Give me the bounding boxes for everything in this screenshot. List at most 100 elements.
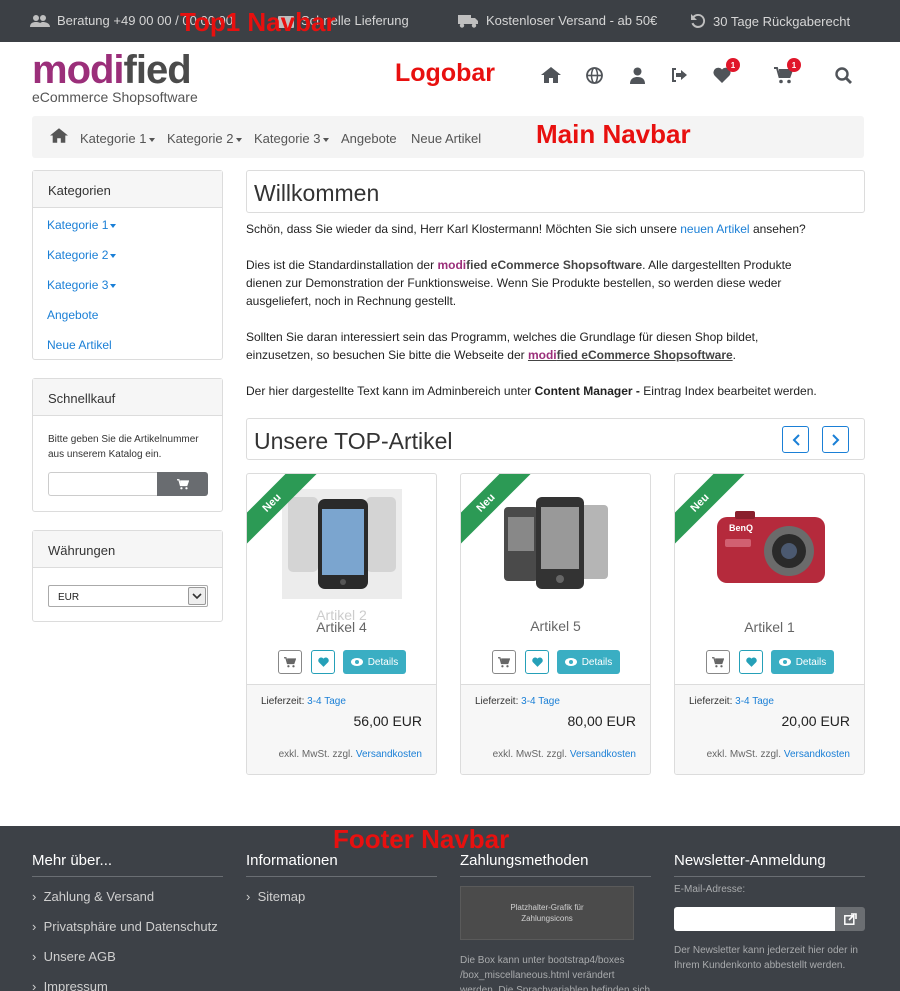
footer-link-sitemap[interactable]: › Sitemap <box>246 889 305 904</box>
welcome-paragraph-4: Der hier dargestellte Text kann im Admin… <box>246 384 817 398</box>
top-articles-title: Unsere TOP-Artikel <box>254 428 453 454</box>
sign-out-icon <box>672 68 687 82</box>
product-card[interactable]: Neu Artikel 5 Details Lieferzeit: 3-4 Ta… <box>460 473 651 775</box>
mainnav-item-kategorie-2[interactable]: Kategorie 2 <box>167 131 242 146</box>
carousel-next-button[interactable] <box>822 426 849 453</box>
welcome-paragraph-3: Sollten Sie daran interessiert sein das … <box>246 330 759 362</box>
share-square-icon <box>843 913 857 925</box>
eye-icon <box>778 658 791 666</box>
new-articles-link[interactable]: neuen Artikel <box>680 222 749 236</box>
add-to-wishlist-button[interactable] <box>739 650 763 674</box>
footer-link-terms[interactable]: › Unsere AGB <box>32 949 116 964</box>
user-icon <box>629 67 645 84</box>
quickbuy-text-line-1: Bitte geben Sie die Artikelnummer <box>48 434 199 445</box>
sidebar-item-kategorie-3[interactable]: Kategorie 3 <box>47 278 117 292</box>
cart-icon <box>712 656 724 667</box>
sidebar-item-kategorie-1[interactable]: Kategorie 1 <box>47 218 117 232</box>
brand-name-rest: fied eCommerce Shopsoftware <box>466 258 643 272</box>
product-name[interactable]: Artikel 5 <box>461 618 650 634</box>
cart-icon <box>498 656 510 667</box>
annotation-main-navbar: Main Navbar <box>536 119 691 149</box>
delivery-time-link[interactable]: 3-4 Tage <box>521 696 560 707</box>
shop-logo[interactable]: modified eCommerce Shopsoftware <box>32 50 198 105</box>
mainnav-item-kategorie-3[interactable]: Kategorie 3 <box>254 131 329 146</box>
currency-select[interactable]: EUR <box>48 585 208 607</box>
tax-info: exkl. MwSt. zzgl. Versandkosten <box>706 749 850 760</box>
mainnav-item-angebote[interactable]: Angebote <box>341 131 397 146</box>
logo-subtitle: eCommerce Shopsoftware <box>32 89 198 105</box>
details-button[interactable]: Details <box>343 650 406 674</box>
add-to-wishlist-button[interactable] <box>525 650 549 674</box>
language-button[interactable] <box>582 64 606 86</box>
shipping-costs-link[interactable]: Versandkosten <box>356 749 422 760</box>
chevron-left-icon <box>792 433 800 446</box>
payment-icons-placeholder: Platzhalter-Grafik für Zahlungsicons <box>460 886 634 940</box>
add-to-cart-button[interactable] <box>706 650 730 674</box>
add-to-cart-button[interactable] <box>278 650 302 674</box>
delivery-time: Lieferzeit: 3-4 Tage <box>475 696 560 707</box>
mainnav-home-button[interactable] <box>50 128 68 146</box>
truck-icon <box>458 14 478 28</box>
home-icon <box>541 67 561 83</box>
product-name[interactable]: Artikel 4 <box>247 619 436 635</box>
newsletter-submit-button[interactable] <box>835 907 865 931</box>
logout-button[interactable] <box>667 64 691 86</box>
footer-col-more-about: Mehr über... › Zahlung & Versand › Priva… <box>32 852 223 991</box>
wishlist-button[interactable]: 1 <box>710 58 740 86</box>
categories-box: Kategorien Kategorie 1 Kategorie 2 Kateg… <box>32 170 223 360</box>
heart-icon <box>745 657 757 667</box>
cart-icon <box>284 656 296 667</box>
heart-icon <box>317 657 329 667</box>
footer-col-payment-methods: Zahlungsmethoden Platzhalter-Grafik für … <box>460 852 651 991</box>
cart-count-badge: 1 <box>787 58 801 72</box>
home-icon <box>50 128 68 143</box>
add-to-wishlist-button[interactable] <box>311 650 335 674</box>
welcome-heading-box: Willkommen <box>246 170 865 213</box>
product-card[interactable]: Neu Artikel 2 Artikel 4 Details Lieferze… <box>246 473 437 775</box>
camera-brand-label: BenQ <box>729 523 753 533</box>
shipping-costs-link[interactable]: Versandkosten <box>570 749 636 760</box>
search-button[interactable] <box>831 64 855 86</box>
categories-title: Kategorien <box>33 171 222 208</box>
mainnav-item-neue-artikel[interactable]: Neue Artikel <box>411 131 481 146</box>
sidebar-item-angebote[interactable]: Angebote <box>47 308 98 322</box>
top-articles-heading-box: Unsere TOP-Artikel <box>246 418 865 460</box>
currency-dropdown-toggle[interactable] <box>188 587 206 605</box>
newsletter-email-input[interactable] <box>674 907 835 931</box>
welcome-paragraph-1: Schön, dass Sie wieder da sind, Herr Kar… <box>246 222 806 236</box>
footer-link-privacy[interactable]: › Privatsphäre und Datenschutz <box>32 919 218 934</box>
footer-col-payment-title: Zahlungsmethoden <box>460 852 651 877</box>
shopsoftware-website-link[interactable]: modified eCommerce Shopsoftware <box>528 348 733 362</box>
footer-link-payment-shipping[interactable]: › Zahlung & Versand <box>32 889 154 904</box>
annotation-top1-navbar: Top1 Navbar <box>180 7 336 37</box>
currency-selected-value: EUR <box>58 592 80 603</box>
quickbuy-box: Schnellkauf Bitte geben Sie die Artikeln… <box>32 378 223 512</box>
sidebar-item-kategorie-2[interactable]: Kategorie 2 <box>47 248 117 262</box>
sidebar-item-neue-artikel[interactable]: Neue Artikel <box>47 338 112 352</box>
carousel-prev-button[interactable] <box>782 426 809 453</box>
payment-info-text: Die Box kann unter bootstrap4/boxes /box… <box>460 955 651 991</box>
product-image-camera: BenQ <box>717 511 825 583</box>
topbar-shipping-label: Kostenloser Versand - ab 50€ <box>486 13 658 28</box>
delivery-time-link[interactable]: 3-4 Tage <box>307 696 346 707</box>
shipping-costs-link[interactable]: Versandkosten <box>784 749 850 760</box>
quickbuy-cart-button[interactable] <box>157 472 208 496</box>
details-button[interactable]: Details <box>771 650 834 674</box>
add-to-cart-button[interactable] <box>492 650 516 674</box>
tax-info: exkl. MwSt. zzgl. Versandkosten <box>492 749 636 760</box>
footer-link-imprint[interactable]: › Impressum <box>32 979 108 991</box>
product-name[interactable]: Artikel 1 <box>675 619 864 635</box>
heart-icon <box>531 657 543 667</box>
details-button[interactable]: Details <box>557 650 620 674</box>
product-price: 56,00 EUR <box>353 713 422 729</box>
tax-info: exkl. MwSt. zzgl. Versandkosten <box>278 749 422 760</box>
currency-title: Währungen <box>33 531 222 568</box>
product-card[interactable]: BenQ Neu Artikel 1 Details Lieferzeit: 3… <box>674 473 865 775</box>
home-button[interactable] <box>539 64 563 86</box>
delivery-time-link[interactable]: 3-4 Tage <box>735 696 774 707</box>
mainnav-item-kategorie-1[interactable]: Kategorie 1 <box>80 131 155 146</box>
account-button[interactable] <box>625 64 649 86</box>
cart-button[interactable]: 1 <box>771 58 801 86</box>
quickbuy-input[interactable] <box>48 472 158 496</box>
logo-part-fied: fied <box>123 48 192 92</box>
